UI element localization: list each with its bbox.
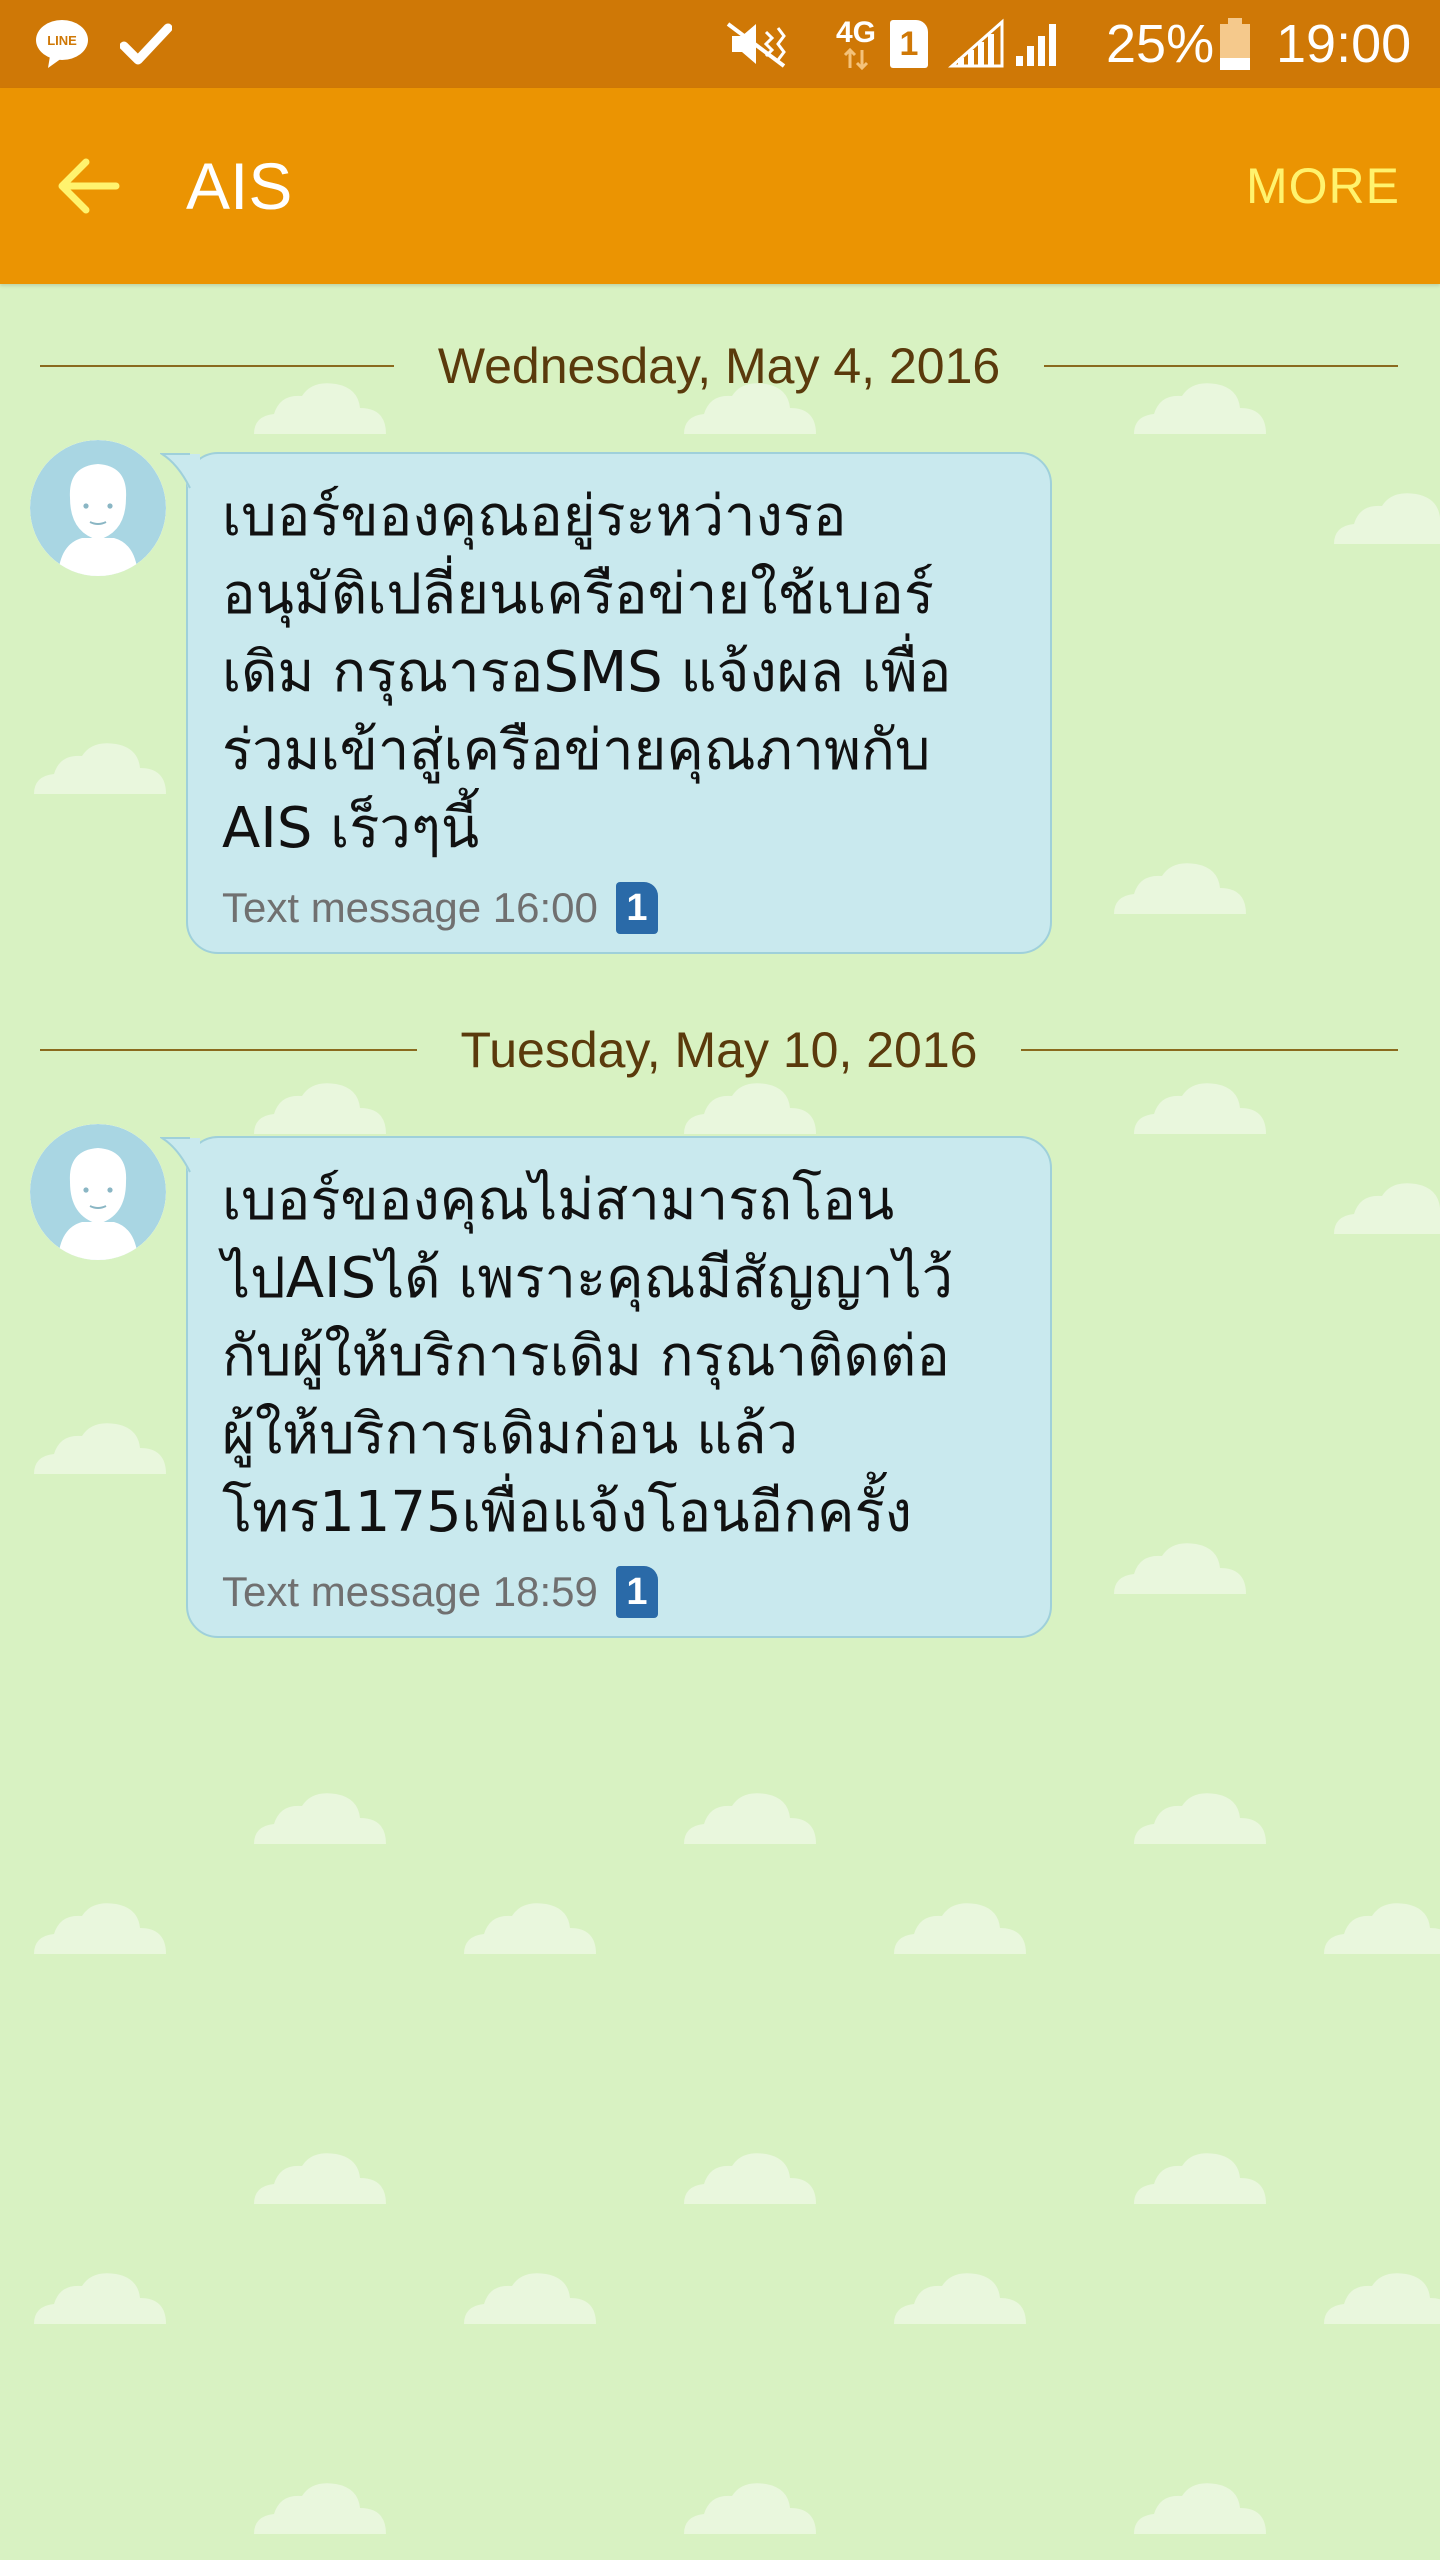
message-timestamp: Text message 18:59 [222, 1568, 598, 1615]
sim-badge-icon: 1 [615, 882, 658, 934]
cloud-shape [684, 2153, 816, 2204]
contact-avatar[interactable] [30, 440, 166, 576]
more-button[interactable]: MORE [1246, 156, 1400, 216]
cloud-shape [254, 1083, 386, 1134]
date-label: Tuesday, May 10, 2016 [460, 1022, 978, 1078]
cloud-shape [684, 1793, 816, 1844]
date-label: Wednesday, May 4, 2016 [437, 338, 1001, 394]
message-meta: Text message 16:00 1 [222, 878, 1020, 938]
line-app-icon: LINE [34, 0, 90, 88]
separator-line [1021, 1049, 1398, 1051]
cloud-shape [684, 2483, 816, 2534]
cloud-shape [1114, 863, 1246, 914]
vibrate-mute-icon [722, 0, 792, 88]
cloud-shape [34, 1423, 166, 1474]
svg-text:LINE: LINE [47, 33, 77, 48]
cloud-shape [464, 2273, 596, 2324]
cloud-shape [34, 743, 166, 794]
message-meta: Text message 18:59 1 [222, 1562, 1020, 1622]
sim-badge-icon: 1 [615, 1566, 658, 1618]
message-text: เบอร์ของคุณไม่สามารถโอน ไปAISได้ เพราะคุ… [222, 1168, 954, 1545]
cloud-shape [1334, 1183, 1440, 1234]
network-type-label: 4G [836, 16, 877, 49]
date-separator: Wednesday, May 4, 2016 [40, 336, 1399, 396]
message-text: เบอร์ของคุณอยู่ระหว่างรอ อนุมัติเปลี่ยนเ… [222, 484, 952, 861]
4g-data-icon: 4G [836, 0, 876, 88]
cloud-shape [1334, 493, 1440, 544]
signal-icon-sim1 [948, 0, 1006, 88]
bubble-tail [160, 453, 200, 492]
cloud-shape [1134, 2483, 1266, 2534]
person-avatar-icon [30, 1124, 166, 1260]
person-avatar-icon [30, 440, 166, 576]
check-icon [120, 0, 172, 88]
separator-line [1044, 365, 1399, 367]
message-bubble[interactable]: เบอร์ของคุณไม่สามารถโอน ไปAISได้ เพราะคุ… [160, 1136, 1052, 1638]
cloud-shape [1134, 1083, 1266, 1134]
cloud-shape [1324, 1903, 1440, 1954]
cloud-shape [464, 1903, 596, 1954]
separator-line [40, 1049, 417, 1051]
cloud-shape [1134, 1793, 1266, 1844]
conversation-title: AIS [186, 149, 293, 223]
cloud-shape [254, 2483, 386, 2534]
signal-icon-sim2 [1014, 0, 1064, 88]
back-button[interactable] [40, 138, 136, 234]
cloud-shape [1114, 1543, 1246, 1594]
status-bar: LINE 4G 1 25% 19:00 [0, 0, 1440, 88]
cloud-shape [894, 2273, 1026, 2324]
message-timestamp: Text message 16:00 [222, 884, 598, 931]
app-bar: AIS MORE [0, 88, 1440, 284]
messages-screen: LINE 4G 1 25% 19:00 AIS MORE Wednesday, … [0, 0, 1440, 2560]
cloud-shape [254, 2153, 386, 2204]
back-arrow-icon [58, 158, 120, 214]
date-separator: Tuesday, May 10, 2016 [40, 1020, 1398, 1080]
cloud-shape [34, 1903, 166, 1954]
message-bubble[interactable]: เบอร์ของคุณอยู่ระหว่างรอ อนุมัติเปลี่ยนเ… [160, 452, 1052, 954]
contact-avatar[interactable] [30, 1124, 166, 1260]
battery-percent: 25% [1106, 14, 1215, 74]
bubble-tail [160, 1137, 200, 1176]
data-arrows-icon [843, 48, 869, 70]
sim-1-label: 1 [899, 24, 919, 63]
cloud-shape [1134, 2153, 1266, 2204]
cloud-shape [684, 1083, 816, 1134]
battery-icon [1218, 0, 1252, 88]
cloud-shape [254, 1793, 386, 1844]
separator-line [40, 365, 394, 367]
sim-1-icon: 1 [890, 0, 928, 88]
cloud-shape [1324, 2273, 1440, 2324]
status-time: 19:00 [1276, 14, 1412, 74]
cloud-shape [34, 2273, 166, 2324]
cloud-shape [894, 1903, 1026, 1954]
